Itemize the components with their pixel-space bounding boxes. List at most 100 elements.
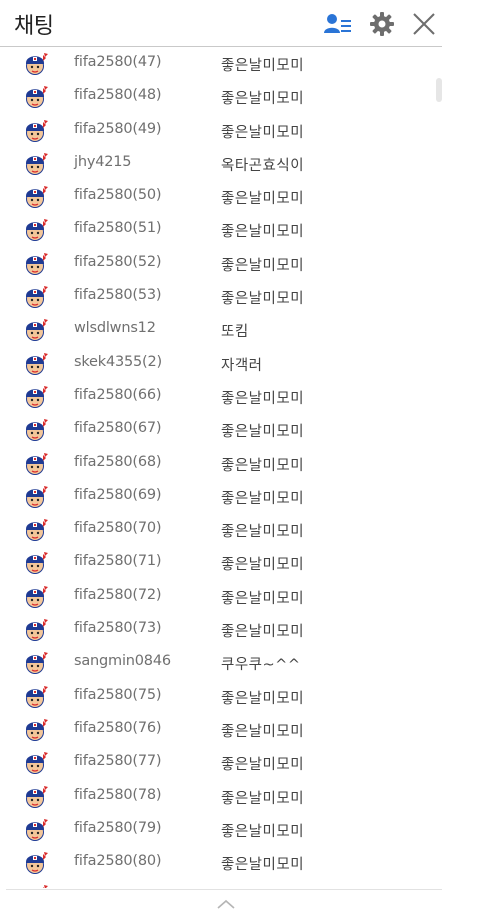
avatar: [23, 551, 49, 575]
chat-username[interactable]: fifa2580(48): [74, 87, 162, 103]
chat-message-text: 좋은날미모미: [221, 790, 305, 807]
chat-username[interactable]: wlsdlwns12: [74, 320, 156, 336]
chat-username[interactable]: fifa2580(69): [74, 487, 162, 503]
list-item[interactable]: fifa2580(72) 좋은날미모미: [0, 581, 430, 614]
chat-username[interactable]: fifa2580(50): [74, 187, 162, 203]
chat-username[interactable]: fifa2580(79): [74, 820, 162, 836]
chat-username[interactable]: fifa2580(51): [74, 220, 162, 236]
chat-username[interactable]: sangmin0846: [74, 653, 171, 669]
chat-username[interactable]: skek4355(2): [74, 354, 162, 370]
list-item[interactable]: fifa2580(79) 좋은날미모미: [0, 814, 430, 847]
chat-username[interactable]: fifa2580(52): [74, 254, 162, 270]
chat-message-text: 좋은날미모미: [221, 557, 305, 574]
avatar-icon: [26, 752, 48, 775]
chat-username[interactable]: fifa2580(53): [74, 287, 162, 303]
list-item[interactable]: fifa2580(69) 좋은날미모미: [0, 481, 430, 514]
list-item[interactable]: fifa2580(52) 좋은날미모미: [0, 248, 430, 281]
chat-username[interactable]: fifa2580(77): [74, 753, 162, 769]
avatar-icon: [26, 319, 48, 342]
list-item[interactable]: fifa2580(66) 좋은날미모미: [0, 381, 430, 414]
list-item[interactable]: jhy4215 옥타곤효식이: [0, 148, 430, 181]
avatar: [23, 52, 49, 76]
avatar-icon: [26, 86, 48, 109]
list-item[interactable]: fifa2580(47) 좋은날미모미: [0, 48, 430, 81]
list-item[interactable]: wlsdlwns12 또킴: [0, 314, 430, 347]
chat-username[interactable]: fifa2580(72): [74, 587, 162, 603]
avatar: [23, 585, 49, 609]
chat-message-text: 좋은날미모미: [221, 624, 305, 641]
chat-username[interactable]: fifa2580(67): [74, 420, 162, 436]
avatar-icon: [26, 585, 48, 608]
list-item[interactable]: sangmin0846 쿠우쿠~^^: [0, 647, 430, 680]
chat-username[interactable]: fifa2580(70): [74, 520, 162, 536]
divider: [6, 889, 442, 890]
chat-username[interactable]: fifa2580(73): [74, 620, 162, 636]
list-item[interactable]: fifa2580(80) 좋은날미모미: [0, 847, 430, 880]
avatar-icon: [26, 785, 48, 808]
chat-message-text: 또킴: [221, 324, 249, 341]
chat-message-text: 좋은날미모미: [221, 291, 305, 308]
chat-username[interactable]: jhy4215: [74, 154, 132, 170]
avatar: [23, 518, 49, 542]
close-icon: [413, 13, 435, 35]
chat-panel: 채팅 fifa2580(47) 좋은날미모미 fifa2580(48) 좋은날미…: [0, 0, 442, 914]
message-list-viewport[interactable]: fifa2580(47) 좋은날미모미 fifa2580(48) 좋은날미모미: [0, 48, 442, 888]
avatar-icon: [26, 53, 48, 75]
avatar-icon: [26, 186, 48, 209]
chat-message-text: 좋은날미모미: [221, 191, 305, 208]
avatar: [23, 385, 49, 409]
avatar-icon: [26, 685, 48, 708]
chat-username[interactable]: fifa2580(78): [74, 787, 162, 803]
avatar: [23, 718, 49, 742]
chat-username[interactable]: fifa2580(66): [74, 387, 162, 403]
list-item[interactable]: fifa2580(75) 좋은날미모미: [0, 681, 430, 714]
list-item[interactable]: fifa2580(49) 좋은날미모미: [0, 115, 430, 148]
list-item[interactable]: fifa2580(68) 좋은날미모미: [0, 448, 430, 481]
avatar: [23, 685, 49, 709]
chat-username[interactable]: fifa2580(80): [74, 853, 162, 869]
scrollbar-thumb[interactable]: [436, 78, 442, 102]
list-item[interactable]: fifa2580(76) 좋은날미모미: [0, 714, 430, 747]
chevron-up-icon: [217, 899, 235, 909]
list-item[interactable]: fifa2580(51) 좋은날미모미: [0, 214, 430, 247]
avatar-icon: [26, 352, 48, 375]
users-button[interactable]: [322, 8, 354, 40]
avatar: [23, 651, 49, 675]
avatar-icon: [26, 852, 48, 875]
chat-username[interactable]: fifa2580(71): [74, 553, 162, 569]
chat-message-text: 좋은날미모미: [221, 524, 305, 541]
avatar-icon: [26, 652, 48, 675]
avatar: [23, 318, 49, 342]
avatar: [23, 352, 49, 376]
avatar: [23, 618, 49, 642]
list-item[interactable]: fifa2580(70) 좋은날미모미: [0, 514, 430, 547]
list-item[interactable]: [0, 880, 430, 888]
avatar-icon: [26, 419, 48, 442]
chat-username[interactable]: fifa2580(47): [74, 54, 162, 70]
list-item[interactable]: fifa2580(77) 좋은날미모미: [0, 747, 430, 780]
list-item[interactable]: fifa2580(67) 좋은날미모미: [0, 414, 430, 447]
avatar: [23, 218, 49, 242]
list-item[interactable]: fifa2580(78) 좋은날미모미: [0, 781, 430, 814]
chat-message-text: 좋은날미모미: [221, 490, 305, 507]
list-item[interactable]: fifa2580(71) 좋은날미모미: [0, 547, 430, 580]
list-item[interactable]: fifa2580(50) 좋은날미모미: [0, 181, 430, 214]
close-button[interactable]: [408, 8, 440, 40]
chat-message-text: 좋은날미모미: [221, 424, 305, 441]
list-item[interactable]: fifa2580(48) 좋은날미모미: [0, 81, 430, 114]
chat-message-text: 좋은날미모미: [221, 58, 305, 74]
list-item[interactable]: fifa2580(73) 좋은날미모미: [0, 614, 430, 647]
chat-username[interactable]: fifa2580(68): [74, 454, 162, 470]
chat-username[interactable]: fifa2580(75): [74, 687, 162, 703]
chat-username[interactable]: fifa2580(49): [74, 121, 162, 137]
chat-message-text: 좋은날미모미: [221, 257, 305, 274]
users-icon: [324, 14, 351, 33]
avatar-icon: [26, 485, 48, 508]
list-item[interactable]: skek4355(2) 자객러: [0, 348, 430, 381]
chat-username[interactable]: fifa2580(76): [74, 720, 162, 736]
avatar-icon: [26, 818, 48, 841]
scroll-up-button[interactable]: [212, 896, 240, 912]
list-item[interactable]: fifa2580(53) 좋은날미모미: [0, 281, 430, 314]
chat-header: 채팅: [0, 0, 442, 47]
settings-button[interactable]: [366, 8, 398, 40]
